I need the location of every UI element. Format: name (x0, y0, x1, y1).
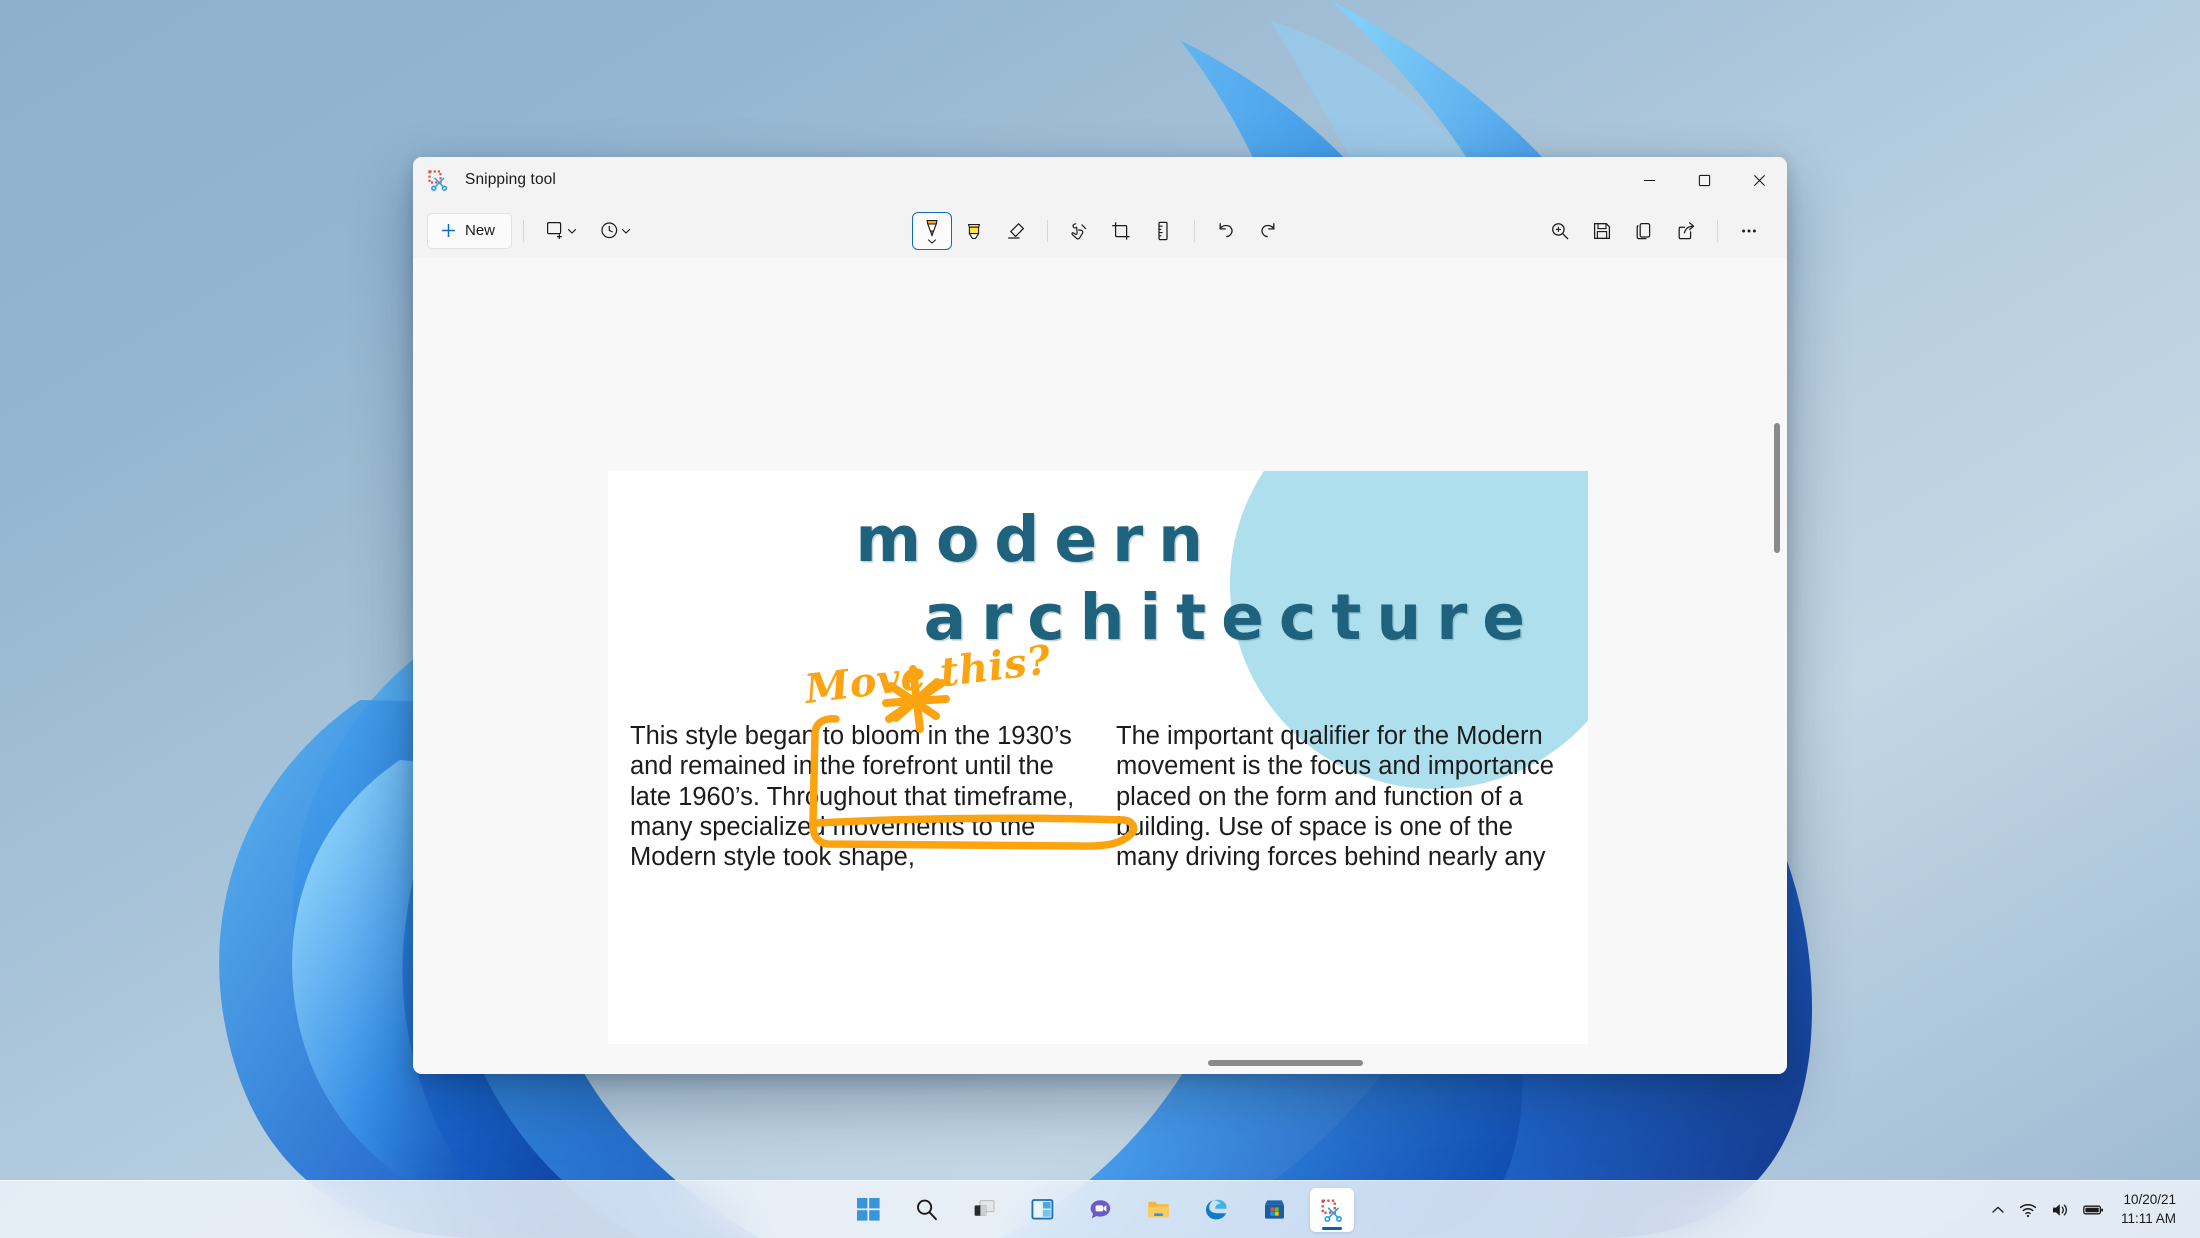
vertical-scrollbar[interactable] (1774, 423, 1780, 553)
minimize-button[interactable] (1622, 157, 1677, 203)
title-bar[interactable]: Snipping tool (413, 157, 1787, 203)
snipping-tool-window: Snipping tool New modern architecture Th… (413, 157, 1787, 1074)
window-title: Snipping tool (465, 171, 556, 188)
crop-icon (1112, 221, 1130, 240)
chevron-down-icon (567, 228, 576, 234)
taskbar-app-icons (846, 1187, 1354, 1232)
volume-button[interactable] (2044, 1188, 2076, 1232)
wifi-icon (2019, 1203, 2037, 1217)
toolbar: New (413, 203, 1787, 258)
copy-icon (1636, 222, 1651, 239)
widgets-icon (1031, 1199, 1053, 1220)
clock-icon (600, 222, 617, 239)
battery-button[interactable] (2076, 1188, 2111, 1232)
horizontal-scrollbar[interactable] (1208, 1060, 1363, 1066)
battery-icon (2083, 1205, 2103, 1214)
toolbar-center-group (912, 211, 1288, 250)
snipping-tool-icon (428, 170, 448, 191)
speaker-icon (2052, 1203, 2067, 1216)
zoom-in-icon (1552, 222, 1569, 239)
highlighter-tool[interactable] (954, 212, 994, 250)
toolbar-divider-3 (1194, 219, 1195, 242)
redo-button[interactable] (1248, 212, 1288, 250)
window-controls (1622, 157, 1787, 203)
show-hidden-icons-button[interactable] (1984, 1188, 2012, 1232)
chevron-down-icon (621, 228, 630, 234)
share-button[interactable] (1666, 212, 1706, 250)
microsoft-store-button[interactable] (1252, 1188, 1296, 1232)
system-tray: 10/20/21 11:11 AM (1984, 1181, 2188, 1238)
snipping-tool-icon (1321, 1199, 1342, 1222)
chevron-down-icon (927, 238, 937, 244)
document-right-column: The important qualifier for the Modern m… (1116, 722, 1554, 872)
windows-logo-icon (856, 1198, 880, 1221)
ruler-icon (1158, 221, 1168, 240)
heading-line-1: modern (855, 503, 1218, 576)
edge-button[interactable] (1194, 1188, 1238, 1232)
document-heading: modern architecture (638, 501, 1558, 657)
snip-mode-dropdown[interactable] (535, 212, 587, 250)
network-button[interactable] (2012, 1188, 2044, 1232)
clock[interactable]: 10/20/21 11:11 AM (2111, 1188, 2188, 1232)
chat-button[interactable] (1078, 1188, 1122, 1232)
crop-tool[interactable] (1101, 212, 1141, 250)
start-button[interactable] (846, 1188, 890, 1232)
clock-date: 10/20/21 (2123, 1192, 2176, 1208)
captured-document: modern architecture This style began to … (608, 471, 1588, 1044)
chevron-up-icon (1992, 1206, 2004, 1213)
pen-icon (926, 219, 938, 237)
toolbar-divider-4 (1717, 219, 1718, 242)
desktop: Snipping tool New modern architecture Th… (0, 0, 2200, 1238)
rectangle-snip-icon (546, 222, 562, 239)
search-button[interactable] (904, 1188, 948, 1232)
eraser-icon (1008, 222, 1025, 239)
close-button[interactable] (1732, 157, 1787, 203)
snip-canvas[interactable]: modern architecture This style began to … (413, 258, 1787, 1074)
plus-icon (442, 224, 455, 237)
toolbar-left-group: New (427, 212, 641, 250)
copy-button[interactable] (1624, 212, 1664, 250)
clock-time: 11:11 AM (2120, 1210, 2176, 1226)
maximize-button[interactable] (1677, 157, 1732, 203)
redo-icon (1261, 222, 1275, 237)
taskbar: 10/20/21 11:11 AM (0, 1180, 2200, 1238)
eraser-tool[interactable] (996, 212, 1036, 250)
file-explorer-button[interactable] (1136, 1188, 1180, 1232)
task-view-icon (974, 1200, 994, 1216)
ballpoint-pen-tool[interactable] (912, 211, 952, 250)
undo-icon (1219, 222, 1233, 237)
new-snip-button[interactable]: New (427, 212, 513, 249)
widgets-button[interactable] (1020, 1188, 1064, 1232)
maximize-icon (1698, 174, 1711, 186)
ruler-tool[interactable] (1143, 212, 1183, 250)
task-view-button[interactable] (962, 1188, 1006, 1232)
share-icon (1678, 221, 1695, 239)
save-icon (1593, 222, 1611, 239)
store-icon (1264, 1200, 1284, 1219)
touch-writing-tool[interactable] (1059, 212, 1099, 250)
edge-icon (1205, 1199, 1227, 1220)
undo-button[interactable] (1206, 212, 1246, 250)
heading-line-2: architecture (923, 581, 1540, 655)
toolbar-divider-1 (523, 219, 525, 242)
delay-dropdown[interactable] (589, 212, 641, 250)
touch-writing-icon (1071, 222, 1087, 240)
snipping-tool-button[interactable] (1310, 1187, 1354, 1232)
chat-icon (1090, 1200, 1110, 1219)
minimize-icon (1644, 179, 1655, 181)
highlighter-icon (967, 223, 981, 239)
close-icon (1753, 174, 1766, 186)
more-options-button[interactable] (1729, 212, 1769, 250)
ellipsis-icon (1742, 229, 1756, 232)
toolbar-divider-2 (1047, 219, 1048, 242)
search-icon (916, 1199, 937, 1221)
folder-icon (1147, 1201, 1169, 1218)
document-left-column: This style began to bloom in the 1930’s … (630, 722, 1075, 872)
save-button[interactable] (1582, 212, 1622, 250)
new-snip-label: New (465, 222, 496, 239)
document-body: This style began to bloom in the 1930’s … (630, 721, 1566, 873)
toolbar-right-group (1540, 212, 1769, 250)
zoom-button[interactable] (1540, 212, 1580, 250)
